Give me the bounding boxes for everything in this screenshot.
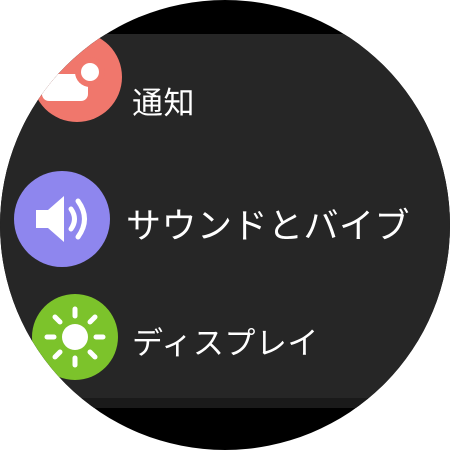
menu-item-label-display: ディスプレイ [132, 326, 319, 362]
notification-icon-circle [32, 32, 122, 122]
volume-icon [36, 196, 87, 242]
menu-item-label-sound-vibration: サウンドとバイブ [126, 207, 411, 247]
brightness-icon [44, 306, 106, 368]
menu-item-label-notifications: 通知 [132, 86, 195, 122]
volume-icon-circle [14, 171, 110, 267]
menu-item-sound-vibration[interactable]: サウンドとバイブ [0, 156, 450, 282]
menu-item-notifications[interactable]: 通知 [0, 32, 450, 156]
brightness-icon-circle [32, 294, 118, 380]
menu-item-display[interactable]: ディスプレイ [0, 282, 450, 398]
notification-icon [42, 57, 105, 101]
menu-item-next-peek[interactable] [0, 398, 450, 408]
watch-screen: 通知 サウンドとバイブ ディスプレイ [0, 0, 450, 450]
